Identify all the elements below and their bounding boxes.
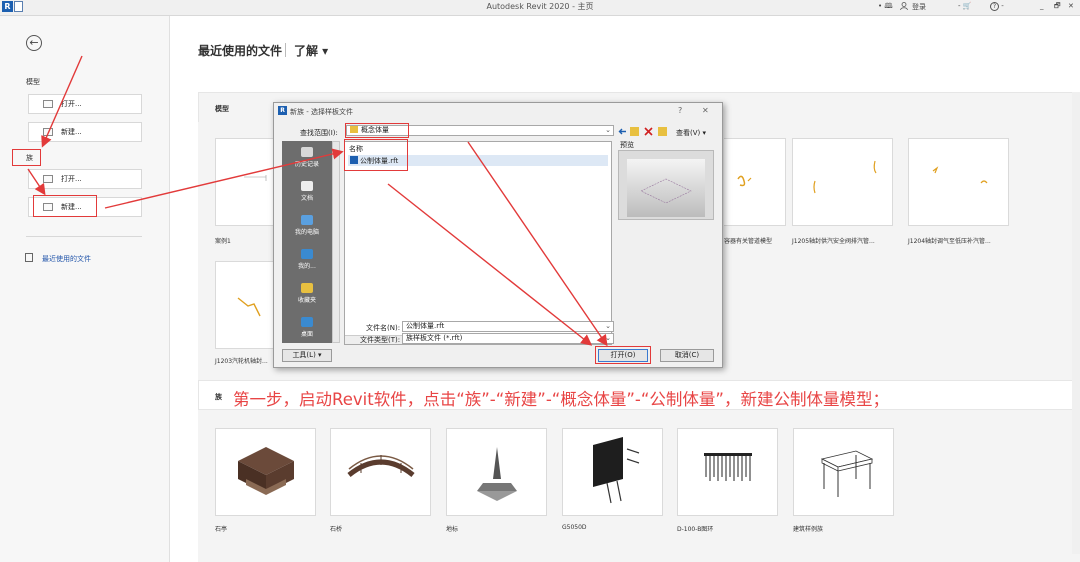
arrow-to-families [41,55,83,148]
arrow-to-open-from-file [387,183,593,346]
annotation-arrows [27,55,608,347]
arrow-to-dialog [104,148,344,209]
arrow-to-new [27,168,46,196]
arrow-to-open-from-folder [467,141,608,347]
